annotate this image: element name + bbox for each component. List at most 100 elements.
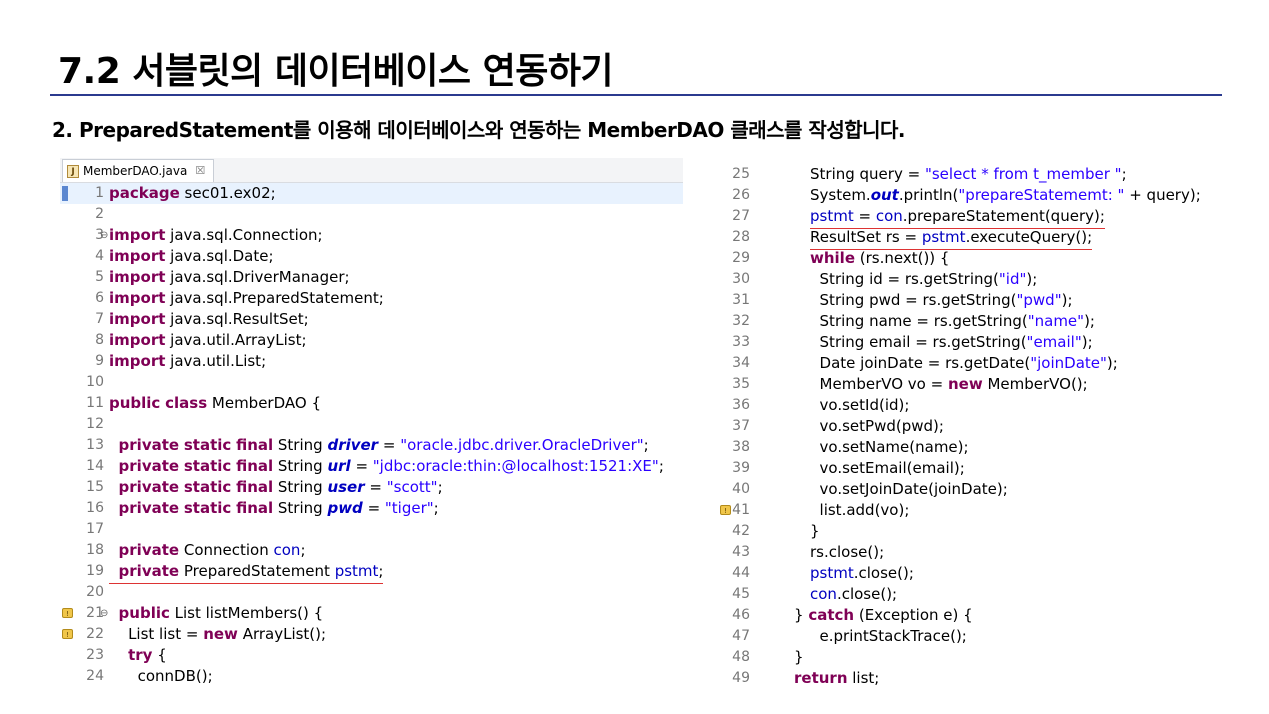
code-line-33[interactable]: 33 String email = rs.getString("email"); xyxy=(718,332,1226,353)
code-text: private static final String url = "jdbc:… xyxy=(118,457,664,475)
code-line-29[interactable]: 29 while (rs.next()) { xyxy=(718,248,1226,269)
code-line-42[interactable]: 42} xyxy=(718,521,1226,542)
line-number: 14 xyxy=(86,458,104,474)
code-line-47[interactable]: 47 e.printStackTrace(); xyxy=(718,626,1226,647)
code-text: import java.sql.Connection; xyxy=(109,226,323,244)
line-number: 11 xyxy=(86,395,104,411)
line-number: 40 xyxy=(732,481,750,497)
code-line-10[interactable]: 10 xyxy=(60,372,683,393)
code-line-35[interactable]: 35 MemberVO vo = new MemberVO(); xyxy=(718,374,1226,395)
code-line-32[interactable]: 32 String name = rs.getString("name"); xyxy=(718,311,1226,332)
code-line-7[interactable]: 7 import java.sql.ResultSet; xyxy=(60,309,683,330)
code-text: con.close(); xyxy=(810,585,898,603)
code-line-20[interactable]: 20 xyxy=(60,582,683,603)
line-number: 26 xyxy=(732,187,750,203)
warning-icon[interactable]: ! xyxy=(62,608,73,618)
code-line-5[interactable]: 5 import java.sql.DriverManager; xyxy=(60,267,683,288)
warning-icon[interactable]: ! xyxy=(720,505,731,515)
code-line-21[interactable]: 21! ⊖ public List listMembers() { xyxy=(60,603,683,624)
code-line-45[interactable]: 45 con.close(); xyxy=(718,584,1226,605)
code-line-39[interactable]: 39 vo.setEmail(email); xyxy=(718,458,1226,479)
code-text: while (rs.next()) { xyxy=(810,249,950,267)
line-number: 33 xyxy=(732,334,750,350)
code-line-18[interactable]: 18 private Connection con; xyxy=(60,540,683,561)
code-line-25[interactable]: 25 String query = "select * from t_member… xyxy=(718,164,1226,185)
code-line-11[interactable]: 11 public class MemberDAO { xyxy=(60,393,683,414)
code-line-12[interactable]: 12 xyxy=(60,414,683,435)
line-number: 3 xyxy=(95,227,104,243)
code-line-19[interactable]: 19 private PreparedStatement pstmt; xyxy=(60,561,683,584)
code-text: import java.sql.ResultSet; xyxy=(109,310,309,328)
code-line-40[interactable]: 40 vo.setJoinDate(joinDate); xyxy=(718,479,1226,500)
code-line-34[interactable]: 34 Date joinDate = rs.getDate("joinDate"… xyxy=(718,353,1226,374)
code-line-4[interactable]: 4 import java.sql.Date; xyxy=(60,246,683,267)
line-number: 32 xyxy=(732,313,750,329)
code-line-43[interactable]: 43 rs.close(); xyxy=(718,542,1226,563)
slide-subtitle: 2. PreparedStatement를 이용해 데이터베이스와 연동하는 M… xyxy=(52,118,906,142)
code-line-37[interactable]: 37 vo.setPwd(pwd); xyxy=(718,416,1226,437)
fold-toggle-icon[interactable]: ⊖ xyxy=(100,225,108,246)
line-number: 4 xyxy=(95,248,104,264)
code-text: pstmt.close(); xyxy=(810,564,914,582)
code-text: return list; xyxy=(794,669,880,687)
warning-icon[interactable]: ! xyxy=(62,629,73,639)
code-line-8[interactable]: 8 import java.util.ArrayList; xyxy=(60,330,683,351)
code-line-38[interactable]: 38 vo.setName(name); xyxy=(718,437,1226,458)
code-line-41[interactable]: 41! list.add(vo); xyxy=(718,500,1226,521)
line-number: 12 xyxy=(86,416,104,432)
code-line-23[interactable]: 23 try { xyxy=(60,645,683,666)
code-line-24[interactable]: 24 connDB(); xyxy=(60,666,683,687)
code-line-28[interactable]: 28 ResultSet rs = pstmt.executeQuery(); xyxy=(718,227,1226,250)
code-line-31[interactable]: 31 String pwd = rs.getString("pwd"); xyxy=(718,290,1226,311)
code-line-49[interactable]: 49 return list; xyxy=(718,668,1226,689)
code-line-48[interactable]: 48} xyxy=(718,647,1226,668)
code-text: try { xyxy=(128,646,167,664)
code-line-17[interactable]: 17 xyxy=(60,519,683,540)
code-line-13[interactable]: 13 private static final String driver = … xyxy=(60,435,683,456)
code-line-46[interactable]: 46} catch (Exception e) { xyxy=(718,605,1226,626)
line-number: 42 xyxy=(732,523,750,539)
code-line-6[interactable]: 6 import java.sql.PreparedStatement; xyxy=(60,288,683,309)
java-file-icon: J xyxy=(67,164,79,178)
line-number: 25 xyxy=(732,166,750,182)
line-number: 49 xyxy=(732,670,750,686)
code-line-27[interactable]: 27 pstmt = con.prepareStatement(query); xyxy=(718,206,1226,229)
code-line-2[interactable]: 2 xyxy=(60,204,683,225)
close-icon[interactable]: ☒ xyxy=(195,160,205,182)
editor-right-panel: 25 String query = "select * from t_member… xyxy=(718,162,1226,692)
code-line-3[interactable]: 3 ⊖ import java.sql.Connection; xyxy=(60,225,683,246)
line-number: 37 xyxy=(732,418,750,434)
editor-left-panel: J MemberDAO.java ☒ 1 package sec01.ex02; 2… xyxy=(60,158,683,688)
line-number: 23 xyxy=(86,647,104,663)
code-line-14[interactable]: 14 private static final String url = "jd… xyxy=(60,456,683,477)
code-text: Date joinDate = rs.getDate("joinDate"); xyxy=(810,354,1118,372)
slide-title: 7.2 서블릿의 데이터베이스 연동하기 xyxy=(58,51,614,92)
line-number: 27 xyxy=(732,208,750,224)
code-line-26[interactable]: 26 System.out.println("prepareStatememt: … xyxy=(718,185,1226,206)
current-line-marker xyxy=(62,186,68,201)
code-text: connDB(); xyxy=(109,667,213,685)
code-text: import java.sql.PreparedStatement; xyxy=(109,289,384,307)
line-number: 29 xyxy=(732,250,750,266)
code-text: } xyxy=(794,648,804,666)
line-number: 46 xyxy=(732,607,750,623)
tab-memberdao-java[interactable]: J MemberDAO.java ☒ xyxy=(62,159,215,182)
line-number: 39 xyxy=(732,460,750,476)
code-line-15[interactable]: 15 private static final String user = "s… xyxy=(60,477,683,498)
line-number: 19 xyxy=(86,563,104,579)
line-number: 34 xyxy=(732,355,750,371)
code-line-44[interactable]: 44 pstmt.close(); xyxy=(718,563,1226,584)
code-line-36[interactable]: 36 vo.setId(id); xyxy=(718,395,1226,416)
code-line-30[interactable]: 30 String id = rs.getString("id"); xyxy=(718,269,1226,290)
code-text: package sec01.ex02; xyxy=(109,184,276,202)
line-number: 5 xyxy=(95,269,104,285)
fold-toggle-icon[interactable]: ⊖ xyxy=(100,603,108,624)
line-number: 28 xyxy=(732,229,750,245)
line-number: 36 xyxy=(732,397,750,413)
code-line-22[interactable]: 22! List list = new ArrayList(); xyxy=(60,624,683,645)
code-text: list.add(vo); xyxy=(810,501,910,519)
code-line-1[interactable]: 1 package sec01.ex02; xyxy=(60,183,683,204)
code-line-16[interactable]: 16 private static final String pwd = "ti… xyxy=(60,498,683,519)
code-line-9[interactable]: 9 import java.util.List; xyxy=(60,351,683,372)
line-number: 48 xyxy=(732,649,750,665)
